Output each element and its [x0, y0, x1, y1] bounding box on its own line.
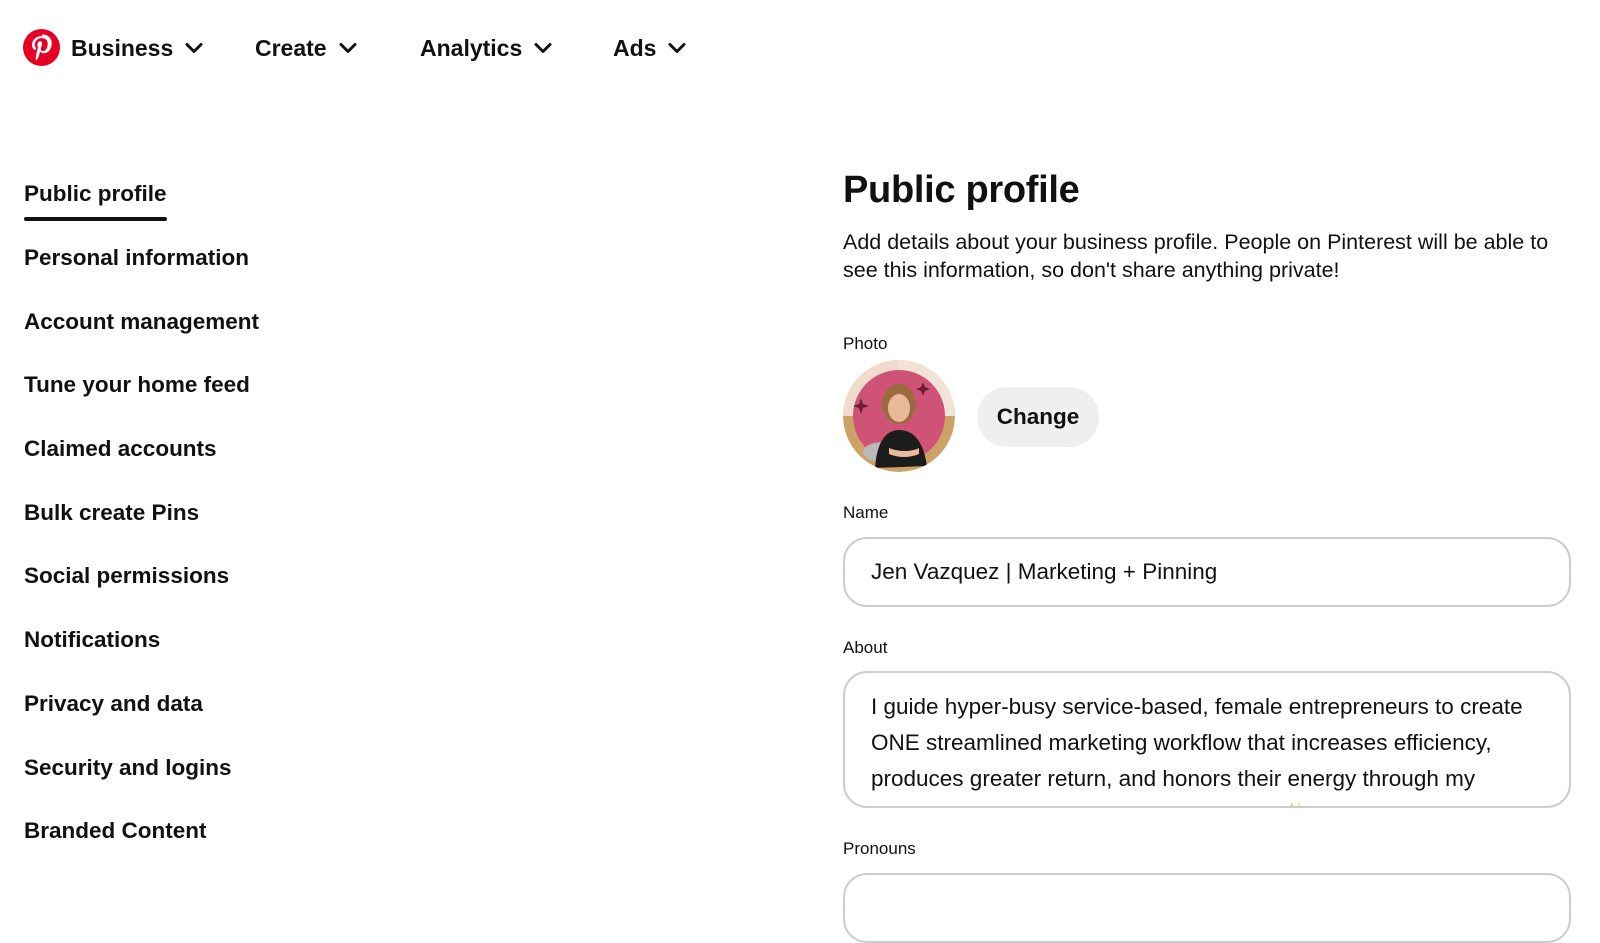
nav-ads[interactable]: Ads — [613, 30, 686, 66]
pinterest-logo[interactable] — [23, 29, 60, 66]
nav-business[interactable]: Business — [71, 30, 203, 66]
nav-analytics[interactable]: Analytics — [420, 30, 552, 66]
sidebar-item-claimed-accounts[interactable]: Claimed accounts — [24, 434, 217, 464]
chevron-down-icon — [339, 43, 357, 53]
sidebar-item-social-permissions[interactable]: Social permissions — [24, 561, 229, 591]
sidebar-item-personal-information[interactable]: Personal information — [24, 243, 249, 273]
sidebar-item-public-profile[interactable]: Public profile — [24, 179, 167, 221]
pronouns-label: Pronouns — [843, 839, 916, 858]
pronouns-input[interactable] — [843, 873, 1571, 943]
photo-label: Photo — [843, 334, 888, 353]
nav-business-label: Business — [71, 34, 174, 61]
sidebar-item-account-management[interactable]: Account management — [24, 307, 259, 337]
sidebar-item-tune-home-feed[interactable]: Tune your home feed — [24, 370, 250, 400]
nav-analytics-label: Analytics — [420, 34, 523, 61]
sidebar-item-branded-content[interactable]: Branded Content — [24, 816, 207, 846]
chevron-down-icon — [534, 43, 552, 53]
name-input[interactable] — [843, 537, 1571, 607]
sidebar-item-bulk-create-pins[interactable]: Bulk create Pins — [24, 498, 199, 528]
name-label: Name — [843, 503, 889, 522]
page-title: Public profile — [843, 169, 1080, 211]
sidebar-item-privacy-and-data[interactable]: Privacy and data — [24, 689, 203, 719]
sidebar-item-notifications[interactable]: Notifications — [24, 625, 160, 655]
about-textarea[interactable]: I guide hyper-busy service-based, female… — [843, 671, 1571, 808]
avatar — [843, 360, 955, 472]
nav-create[interactable]: Create — [255, 30, 357, 66]
chevron-down-icon — [668, 43, 686, 53]
about-label: About — [843, 638, 888, 657]
change-photo-button[interactable]: Change — [977, 387, 1099, 447]
public-profile-panel: Public profile Add details about your bu… — [843, 0, 1573, 943]
page-description: Add details about your business profile.… — [843, 230, 1549, 282]
avatar-image — [843, 360, 955, 472]
nav-create-label: Create — [255, 34, 327, 61]
sidebar-item-security-and-logins[interactable]: Security and logins — [24, 753, 232, 783]
chevron-down-icon — [185, 43, 203, 53]
nav-ads-label: Ads — [613, 34, 657, 61]
